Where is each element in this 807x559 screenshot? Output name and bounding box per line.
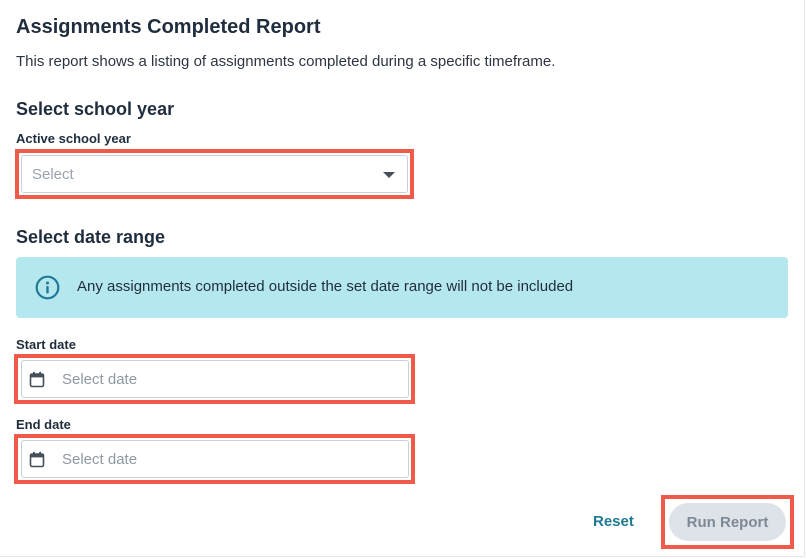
run-report-button[interactable]: Run Report [669, 503, 786, 541]
start-date-input[interactable]: Select date [21, 360, 409, 398]
calendar-icon [29, 371, 45, 388]
report-panel: Assignments Completed Report This report… [0, 0, 805, 557]
active-school-year-label: Active school year [16, 131, 131, 146]
start-date-placeholder: Select date [62, 371, 138, 388]
school-year-select-placeholder: Select [32, 166, 74, 183]
start-date-label: Start date [16, 337, 76, 352]
date-range-info-banner: Any assignments completed outside the se… [16, 257, 788, 318]
school-year-section-title: Select school year [16, 99, 175, 119]
page-title: Assignments Completed Report [16, 16, 321, 38]
end-date-label: End date [16, 417, 71, 432]
school-year-select[interactable]: Select [21, 155, 408, 193]
chevron-down-icon [383, 172, 395, 178]
reset-button[interactable]: Reset [593, 513, 634, 530]
calendar-icon [29, 451, 45, 468]
report-description: This report shows a listing of assignmen… [16, 53, 556, 70]
info-icon [35, 275, 60, 300]
end-date-placeholder: Select date [62, 451, 138, 468]
end-date-input[interactable]: Select date [21, 440, 409, 478]
info-banner-text: Any assignments completed outside the se… [77, 278, 574, 295]
date-range-section-title: Select date range [16, 227, 166, 247]
